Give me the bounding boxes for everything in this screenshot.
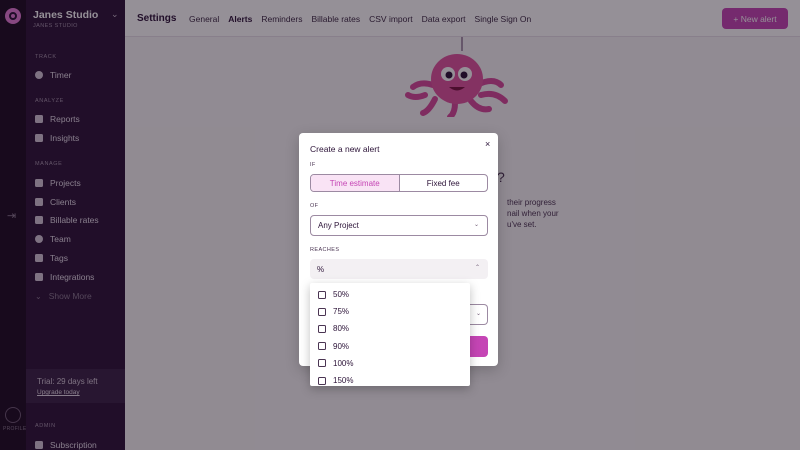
option-label: 90% — [333, 341, 350, 351]
option-label: 100% — [333, 358, 354, 368]
fixed-fee-option[interactable]: Fixed fee — [400, 175, 488, 191]
alert-type-toggle: Time estimate Fixed fee — [310, 174, 488, 192]
checkbox[interactable] — [318, 342, 326, 351]
threshold-dropdown: 50% 75% 80% 90% 100% 150% — [310, 283, 470, 386]
of-label: OF — [310, 203, 319, 209]
checkbox[interactable] — [318, 324, 326, 333]
checkbox[interactable] — [318, 290, 326, 299]
threshold-option-75[interactable]: 75% — [310, 303, 470, 320]
chevron-up-icon: ⌃ — [474, 265, 480, 271]
chevron-down-icon: ⌄ — [475, 311, 481, 317]
chevron-down-icon: ⌄ — [473, 222, 479, 228]
modal-title: Create a new alert — [310, 144, 380, 154]
checkbox[interactable] — [318, 307, 326, 316]
threshold-option-80[interactable]: 80% — [310, 320, 470, 337]
recipient-select[interactable]: ⌄ — [467, 304, 488, 325]
threshold-option-50[interactable]: 50% — [310, 286, 470, 303]
time-estimate-option[interactable]: Time estimate — [311, 175, 400, 191]
threshold-option-150[interactable]: 150% — [310, 372, 470, 389]
checkbox[interactable] — [318, 376, 326, 385]
option-label: 50% — [333, 290, 350, 300]
reaches-select[interactable]: % ⌃ — [310, 259, 488, 279]
threshold-option-100[interactable]: 100% — [310, 355, 470, 372]
project-select[interactable]: Any Project ⌄ — [310, 215, 488, 236]
project-select-value: Any Project — [318, 221, 359, 230]
threshold-option-90[interactable]: 90% — [310, 338, 470, 355]
if-label: IF — [310, 162, 316, 168]
reaches-label: REACHES — [310, 247, 340, 253]
option-label: 80% — [333, 324, 350, 334]
checkbox[interactable] — [318, 359, 326, 368]
option-label: 150% — [333, 376, 354, 386]
close-icon[interactable]: × — [485, 139, 490, 149]
reaches-select-value: % — [317, 264, 325, 274]
option-label: 75% — [333, 307, 350, 317]
create-alert-button[interactable] — [467, 336, 488, 357]
